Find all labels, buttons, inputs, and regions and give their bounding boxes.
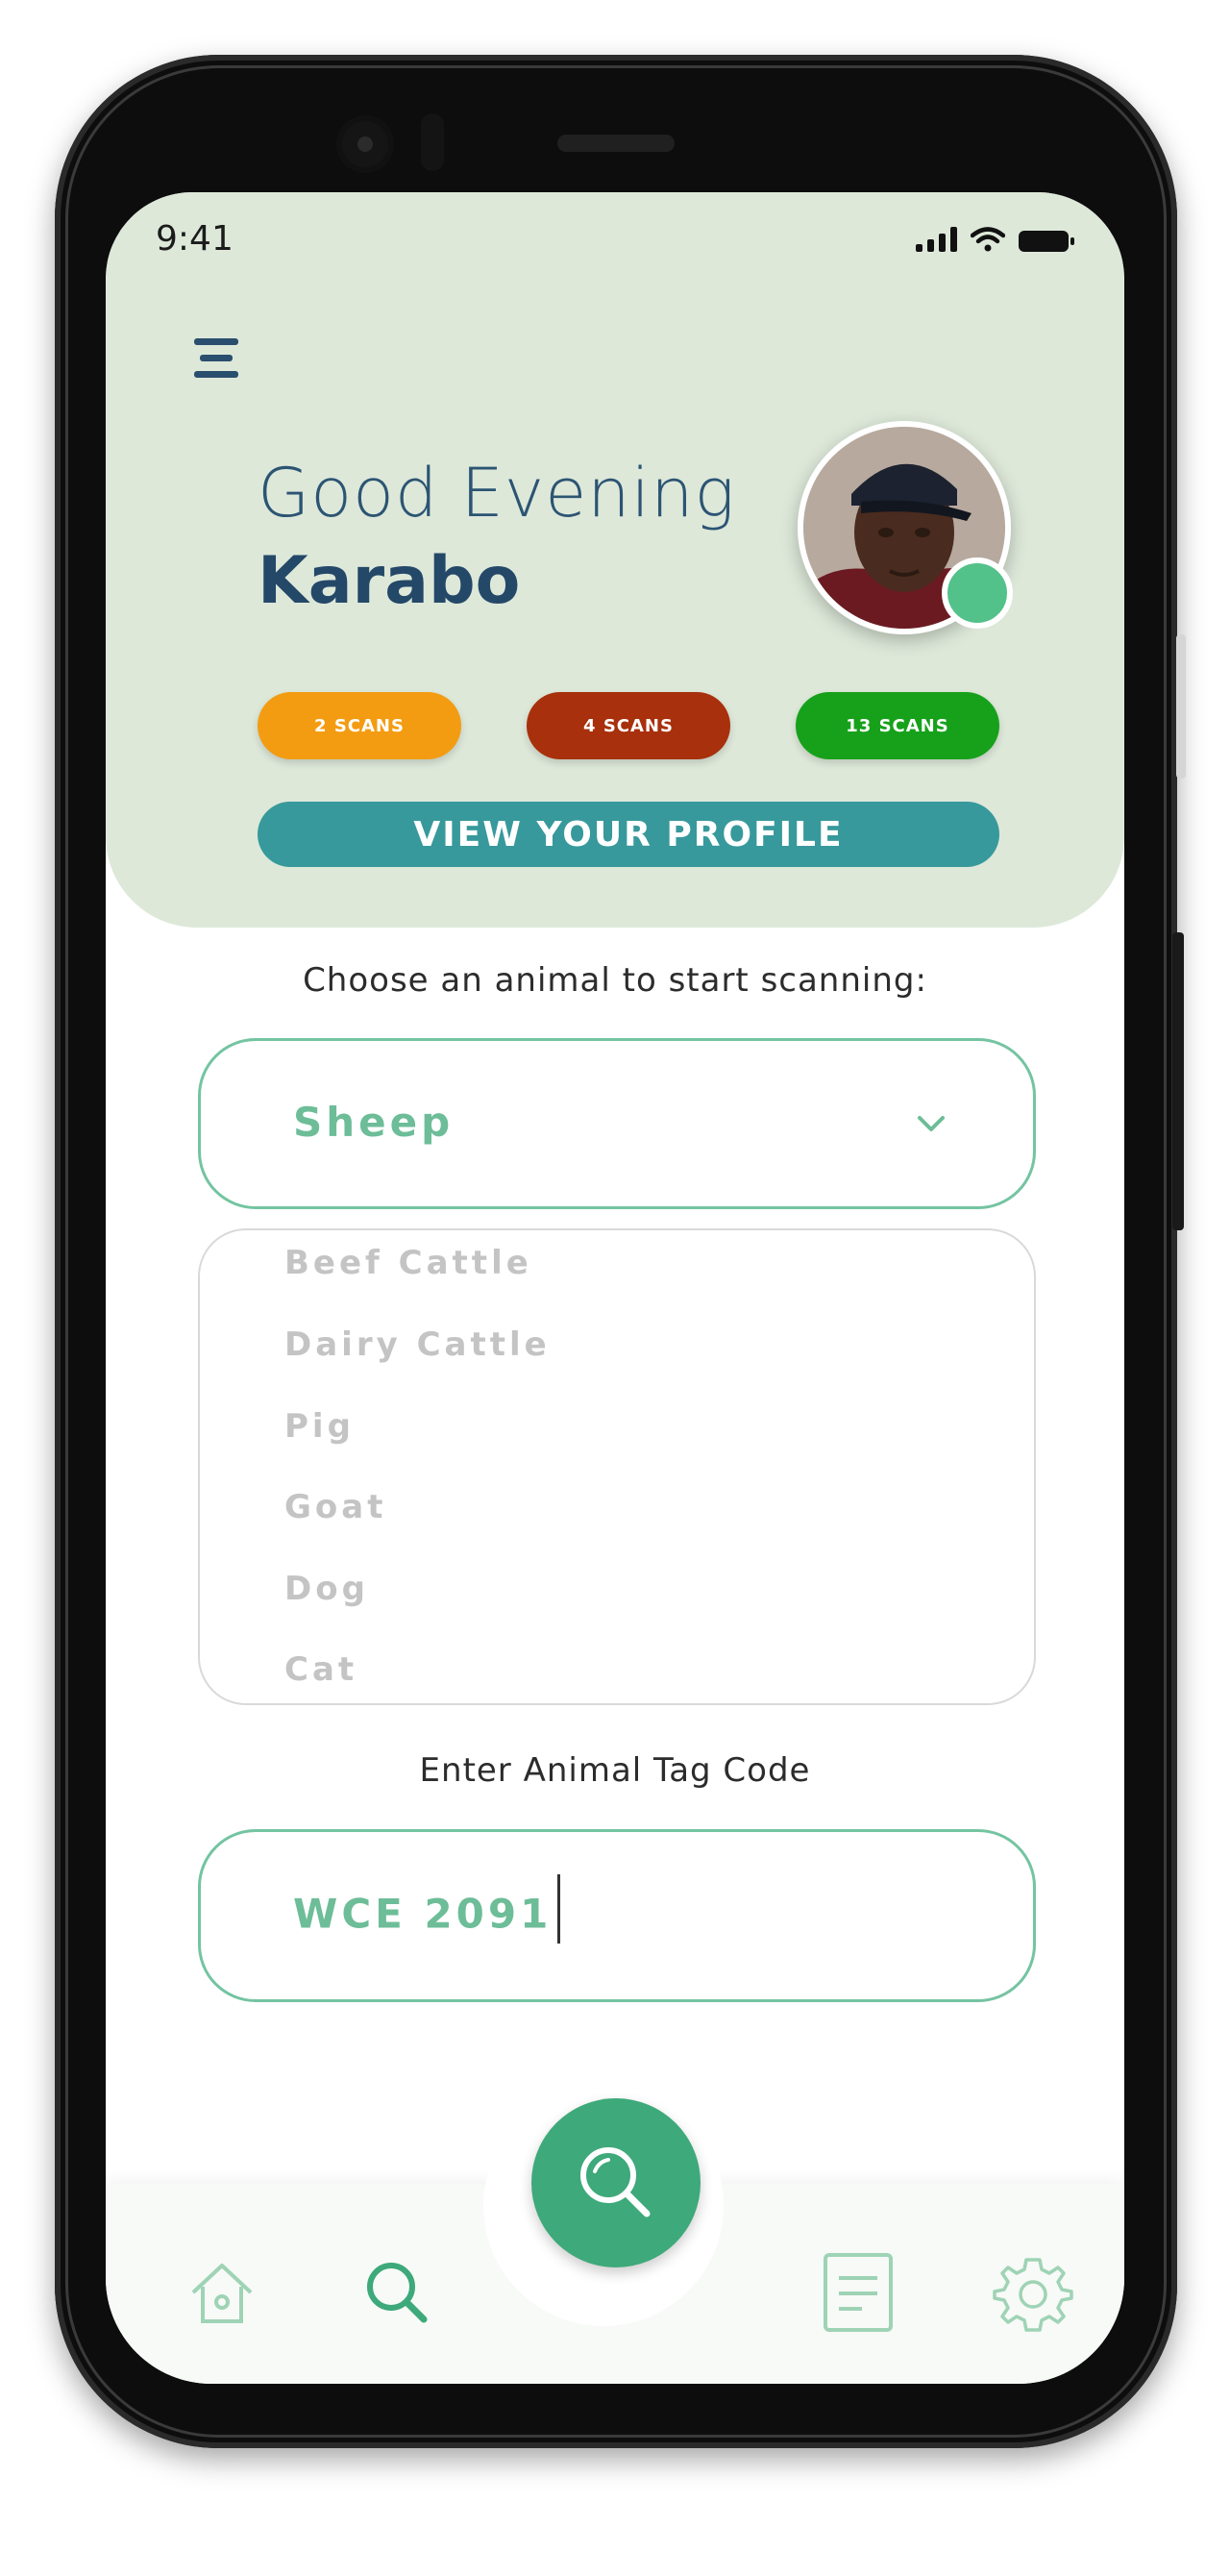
option-goat[interactable]: Goat (284, 1488, 386, 1526)
animal-options-list: Beef Cattle Dairy Cattle Pig Goat Dog Ca… (198, 1228, 1036, 1705)
battery-icon (1019, 231, 1074, 252)
text-caret (557, 1874, 561, 1944)
header-panel: 9:41 Good Evening Karabo 2 SCANS 4 SCANS… (106, 192, 1124, 928)
document-icon (824, 2253, 893, 2332)
front-camera (336, 115, 394, 173)
nav-home[interactable] (179, 2249, 265, 2336)
scan-count-badge[interactable]: 2 SCANS (258, 692, 461, 759)
nav-search[interactable] (354, 2249, 440, 2336)
option-dog[interactable]: Dog (284, 1570, 369, 1608)
selected-animal: Sheep (293, 1099, 455, 1146)
view-profile-button[interactable]: VIEW YOUR PROFILE (258, 802, 999, 867)
status-icons (916, 227, 1074, 252)
scan-count-badge[interactable]: 4 SCANS (527, 692, 730, 759)
side-button-power (1172, 932, 1184, 1230)
app-screen: 9:41 Good Evening Karabo 2 SCANS 4 SCANS… (106, 192, 1124, 2384)
earpiece-speaker (557, 135, 675, 152)
animal-select-dropdown[interactable]: Sheep (198, 1038, 1036, 1209)
gear-icon (993, 2258, 1073, 2332)
home-icon (191, 2264, 253, 2323)
online-status-dot (942, 557, 1013, 629)
scan-search-button[interactable] (531, 2098, 701, 2267)
tag-code-text: WCE 2091 (293, 1890, 553, 1938)
nav-settings[interactable] (990, 2249, 1076, 2336)
option-cat[interactable]: Cat (284, 1650, 357, 1689)
scan-count-badge[interactable]: 13 SCANS (796, 692, 999, 759)
option-beef-cattle[interactable]: Beef Cattle (284, 1244, 532, 1282)
option-pig[interactable]: Pig (284, 1407, 355, 1446)
chevron-down-icon (918, 1116, 945, 1131)
tag-code-value: WCE 2091 (293, 1874, 561, 1944)
search-fab-icon (580, 2147, 651, 2217)
proximity-sensor (421, 113, 444, 171)
animal-select-label: Choose an animal to start scanning: (303, 961, 927, 1000)
signal-icon (916, 227, 957, 252)
tag-code-label: Enter Animal Tag Code (419, 1751, 811, 1790)
status-time: 9:41 (156, 219, 234, 259)
nav-reports[interactable] (815, 2249, 901, 2336)
user-name: Karabo (258, 543, 521, 619)
search-icon (367, 2263, 428, 2323)
side-button-top (1176, 634, 1186, 779)
greeting-text: Good Evening (258, 454, 736, 533)
wifi-icon (971, 227, 1005, 252)
option-dairy-cattle[interactable]: Dairy Cattle (284, 1325, 551, 1364)
tag-code-input[interactable]: WCE 2091 (198, 1829, 1036, 2002)
menu-icon[interactable] (194, 338, 242, 379)
